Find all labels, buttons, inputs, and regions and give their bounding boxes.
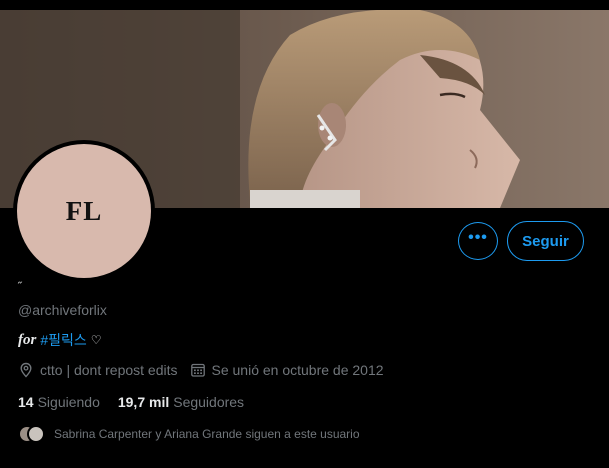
follow-button[interactable]: Seguir (507, 221, 584, 261)
followed-by-text: Sabrina Carpenter y Ariana Grande siguen… (54, 427, 360, 441)
profile-meta: ctto | dont repost edits Se unió en octu… (18, 362, 384, 378)
avatar-image: FL (17, 144, 151, 278)
joined-item: Se unió en octubre de 2012 (190, 362, 384, 378)
location-item: ctto | dont repost edits (18, 362, 178, 378)
location-text: ctto | dont repost edits (40, 362, 178, 378)
location-pin-icon (18, 362, 34, 378)
bio-hashtag-link[interactable]: #필릭스 (40, 330, 86, 350)
following-count: 14 (18, 394, 34, 410)
joined-text: Se unió en octubre de 2012 (211, 362, 384, 378)
followers-link[interactable]: 19,7 mil Seguidores (118, 394, 244, 410)
profile-avatar[interactable]: FL (13, 140, 155, 282)
followed-by-avatars (18, 425, 46, 443)
calendar-icon (190, 362, 206, 378)
header-strip (0, 0, 609, 10)
profile-stats: 14 Siguiendo 19,7 mil Seguidores (18, 394, 244, 410)
bio-heart: ♡ (90, 333, 102, 347)
mini-avatar (27, 425, 45, 443)
more-options-button[interactable]: ••• (458, 222, 498, 260)
display-name: ˶ (18, 274, 22, 288)
avatar-initials: FL (65, 195, 103, 226)
followers-label: Seguidores (173, 394, 245, 410)
profile-handle: @archiveforlix (18, 302, 107, 318)
more-icon: ••• (468, 229, 488, 246)
bio-prefix: for (18, 331, 37, 348)
followed-by-link[interactable]: Sabrina Carpenter y Ariana Grande siguen… (18, 425, 360, 443)
followers-count: 19,7 mil (117, 394, 170, 410)
profile-bio: for #필릭스 ♡ (18, 330, 102, 350)
following-label: Siguiendo (37, 394, 100, 410)
following-link[interactable]: 14 Siguiendo (18, 394, 100, 410)
